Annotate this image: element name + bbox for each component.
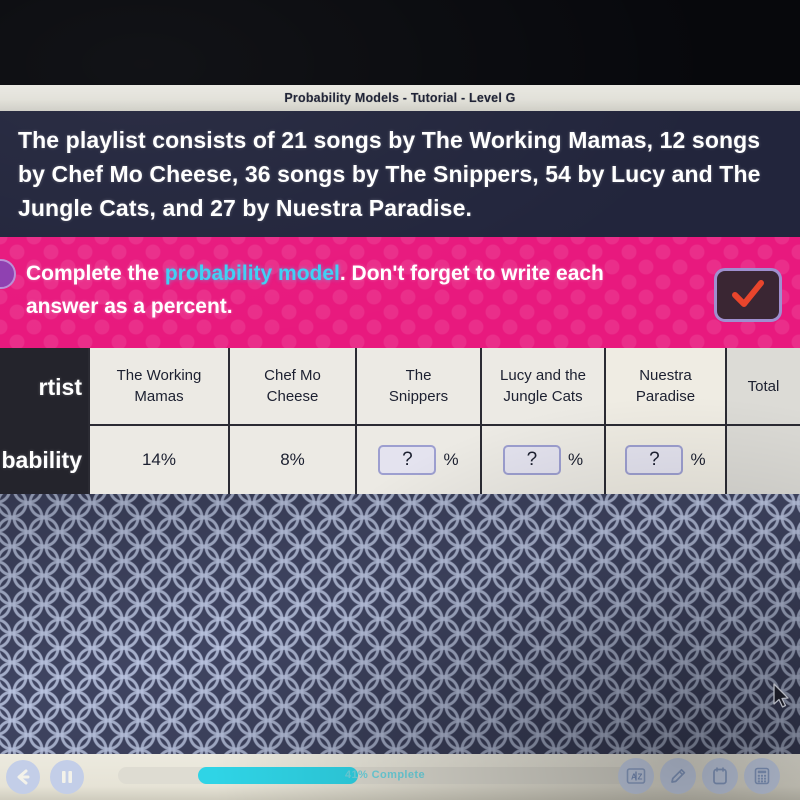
percent-sign: % [567, 450, 584, 469]
probability-model-table: rtist The Working Mamas Chef Mo Cheese The… [0, 348, 800, 494]
back-arrow-icon [17, 769, 30, 785]
check-mark-icon [732, 280, 764, 307]
header-line-1: Total [747, 377, 780, 395]
probability-cell-the-snippers: ?% [355, 426, 480, 494]
header-line-1: Nuestra [639, 367, 692, 384]
answer-input-nuestra-paradise[interactable]: ? [625, 445, 684, 475]
percent-sign: % [690, 450, 706, 469]
glossary-button[interactable]: A Z [618, 758, 654, 794]
probability-cell-total [725, 426, 800, 494]
back-button[interactable] [6, 760, 40, 794]
probability-value: 8 [280, 450, 290, 469]
header-line-2: Jungle Cats [503, 388, 583, 405]
glossary-icon: A Z [626, 768, 646, 784]
answer-input-lucy-jungle-cats[interactable]: ? [502, 445, 561, 475]
highlighter-button[interactable] [660, 758, 696, 794]
answer-input-the-snippers[interactable]: ? [378, 445, 437, 475]
header-cell-chef-mo-cheese: Chef Mo Cheese [228, 348, 355, 426]
header-line-2: Paradise [635, 388, 696, 405]
problem-statement: The playlist consists of 21 songs by The… [0, 111, 800, 237]
window-title-bar: Probability Models - Tutorial - Level G [0, 85, 800, 111]
progress-label: 41% Complete [345, 769, 425, 781]
instruction-text-before: Complete the [26, 262, 165, 285]
table-header-row: rtist The Working Mamas Chef Mo Cheese The… [0, 348, 800, 426]
problem-statement-text: The playlist consists of 21 songs by The… [18, 127, 761, 221]
photographed-screen: Probability Models - Tutorial - Level G … [0, 0, 800, 800]
table-probability-row: bability 14% 8% ?% ?% ?% [0, 426, 800, 494]
probability-cell-working-mamas: 14% [88, 426, 228, 494]
header-cell-nuestra-paradise: Nuestra Paradise [604, 348, 725, 426]
instruction-banner: Complete the probability model. Don't fo… [0, 237, 800, 348]
check-answer-button[interactable] [714, 268, 782, 322]
svg-text:Z: Z [638, 773, 643, 782]
bottom-toolbar: 41% Complete A Z [0, 754, 800, 800]
header-line-1: Lucy and the [500, 367, 586, 384]
header-cell-lucy-jungle-cats: Lucy and the Jungle Cats [480, 348, 604, 426]
probability-value: 14 [141, 450, 161, 469]
notepad-button[interactable] [702, 758, 738, 794]
row-label-artist: rtist [0, 348, 88, 426]
mouse-pointer-icon [773, 683, 789, 708]
row-label-probability: bability [0, 426, 88, 494]
header-cell-the-snippers: The Snippers [355, 348, 480, 426]
header-cell-working-mamas: The Working Mamas [88, 348, 228, 426]
progress-bar: 41% Complete [118, 767, 652, 784]
percent-sign: % [443, 450, 459, 469]
lesson-panel: The playlist consists of 21 songs by The… [0, 111, 800, 800]
header-line-2: Snippers [388, 388, 449, 405]
probability-cell-nuestra-paradise: ?% [604, 426, 725, 494]
pause-icon [62, 771, 72, 783]
probability-model-link[interactable]: probability model [165, 262, 340, 285]
calculator-button[interactable] [744, 758, 780, 794]
instruction-text: Complete the probability model. Don't fo… [26, 257, 680, 323]
header-line-2: Mamas [134, 388, 184, 405]
notepad-icon [713, 767, 727, 785]
header-line-1: The Working [116, 367, 202, 384]
highlighter-pencil-icon [671, 768, 686, 783]
percent-sign: % [289, 450, 305, 469]
probability-cell-chef-mo-cheese: 8% [228, 426, 355, 494]
probability-cell-lucy-jungle-cats: ?% [480, 426, 604, 494]
calculator-icon [754, 767, 770, 785]
header-line-1: The [405, 367, 432, 384]
header-line-1: Chef Mo [264, 367, 321, 384]
header-line-2: Cheese [266, 388, 319, 405]
pause-button[interactable] [50, 760, 84, 794]
page-title: Probability Models - Tutorial - Level G [284, 91, 516, 105]
percent-sign: % [160, 450, 177, 469]
header-cell-total: Total [725, 348, 800, 426]
